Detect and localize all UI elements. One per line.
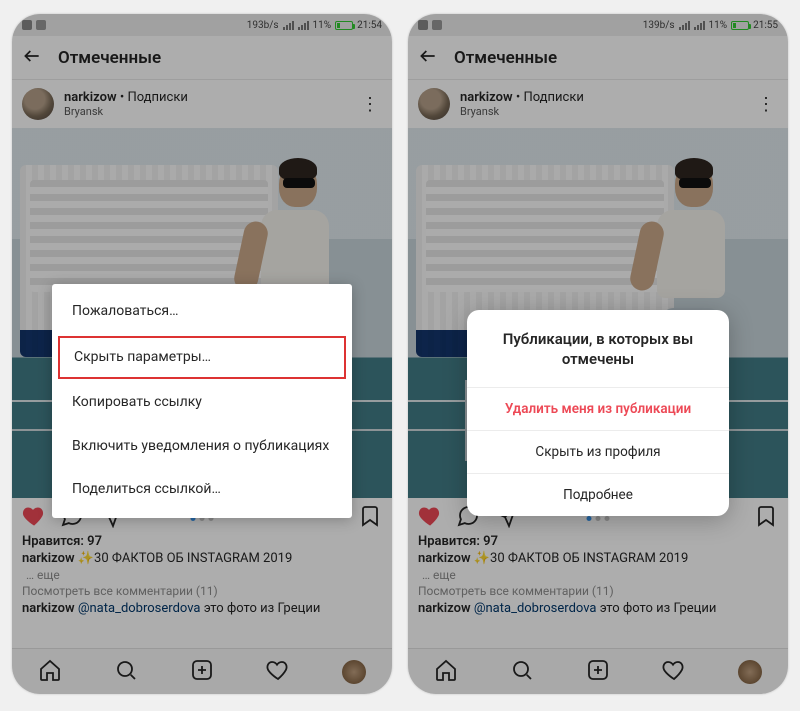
menu-enable-notifications[interactable]: Включить уведомления о публикациях xyxy=(52,425,352,469)
comment-mention[interactable]: @nata_dobroserdova xyxy=(474,601,597,616)
signal-icon xyxy=(283,21,294,30)
camera-icon xyxy=(418,20,428,30)
signal-icon xyxy=(679,21,690,30)
activity-icon[interactable] xyxy=(266,658,290,686)
page-title: Отмеченные xyxy=(454,48,557,68)
caption-text: ✨30 ФАКТОВ ОБ INSTAGRAM 2019 xyxy=(474,551,688,566)
post-location[interactable]: Bryansk xyxy=(64,105,348,118)
post-username[interactable]: narkizow xyxy=(460,90,513,105)
menu-hide-options[interactable]: Скрыть параметры… xyxy=(58,336,346,380)
context-menu: Пожаловаться… Скрыть параметры… Копирова… xyxy=(52,284,352,518)
bottom-nav xyxy=(408,648,788,694)
bookmark-icon[interactable] xyxy=(358,504,382,532)
battery-pct: 11% xyxy=(313,20,332,31)
net-speed: 193b/s xyxy=(247,20,279,31)
phone-left: 193b/s 11% 21:54 Отмеченные narkizow • П… xyxy=(12,14,392,694)
status-bar: 193b/s 11% 21:54 xyxy=(12,14,392,36)
tag-options-dialog: Публикации, в которых вы отмечены Удалит… xyxy=(467,310,729,516)
net-speed: 139b/s xyxy=(643,20,675,31)
caption-more[interactable]: … еще xyxy=(408,568,788,582)
add-post-icon[interactable] xyxy=(190,658,214,686)
camera-icon xyxy=(22,20,32,30)
view-all-comments[interactable]: Посмотреть все комментарии (11) xyxy=(12,582,392,600)
app-header: Отмеченные xyxy=(408,36,788,80)
search-icon[interactable] xyxy=(114,658,138,686)
comment-user[interactable]: narkizow xyxy=(22,601,75,616)
comment-mention[interactable]: @nata_dobroserdova xyxy=(78,601,201,616)
comment: narkizow @nata_dobroserdova это фото из … xyxy=(408,600,788,617)
avatar[interactable] xyxy=(418,88,450,120)
back-icon[interactable] xyxy=(22,46,42,70)
caption-user[interactable]: narkizow xyxy=(22,551,75,566)
like-icon[interactable] xyxy=(22,504,46,532)
profile-icon[interactable] xyxy=(342,660,366,684)
clock: 21:54 xyxy=(357,20,382,31)
menu-share-link[interactable]: Поделиться ссылкой… xyxy=(52,468,352,512)
like-icon[interactable] xyxy=(418,504,442,532)
dialog-remove-me[interactable]: Удалить меня из публикации xyxy=(467,387,729,430)
page-title: Отмеченные xyxy=(58,48,161,68)
post-header: narkizow • Подписки Bryansk ⋮ xyxy=(408,80,788,128)
follow-label[interactable]: Подписки xyxy=(523,90,583,105)
screenshot-icon xyxy=(432,20,442,30)
battery-icon xyxy=(335,21,353,30)
home-icon[interactable] xyxy=(434,658,458,686)
post-more-icon[interactable]: ⋮ xyxy=(358,94,382,115)
caption-more[interactable]: … еще xyxy=(12,568,392,582)
caption-text: ✨30 ФАКТОВ ОБ INSTAGRAM 2019 xyxy=(78,551,292,566)
bookmark-icon[interactable] xyxy=(754,504,778,532)
profile-icon[interactable] xyxy=(738,660,762,684)
battery-pct: 11% xyxy=(709,20,728,31)
home-icon[interactable] xyxy=(38,658,62,686)
search-icon[interactable] xyxy=(510,658,534,686)
dialog-hide-profile[interactable]: Скрыть из профиля xyxy=(467,430,729,473)
signal-icon-2 xyxy=(298,21,309,30)
likes-count[interactable]: Нравится: 97 xyxy=(12,534,392,549)
post-more-icon[interactable]: ⋮ xyxy=(754,94,778,115)
menu-report[interactable]: Пожаловаться… xyxy=(52,290,352,334)
comment-rest: это фото из Греции xyxy=(600,601,717,616)
likes-count[interactable]: Нравится: 97 xyxy=(408,534,788,549)
caption: narkizow ✨30 ФАКТОВ ОБ INSTAGRAM 2019 xyxy=(408,549,788,568)
comment-user[interactable]: narkizow xyxy=(418,601,471,616)
post-header: narkizow • Подписки Bryansk ⋮ xyxy=(12,80,392,128)
dialog-more[interactable]: Подробнее xyxy=(467,473,729,516)
add-post-icon[interactable] xyxy=(586,658,610,686)
view-all-comments[interactable]: Посмотреть все комментарии (11) xyxy=(408,582,788,600)
app-header: Отмеченные xyxy=(12,36,392,80)
post-location[interactable]: Bryansk xyxy=(460,105,744,118)
comment: narkizow @nata_dobroserdova это фото из … xyxy=(12,600,392,617)
status-bar: 139b/s 11% 21:55 xyxy=(408,14,788,36)
post-username[interactable]: narkizow xyxy=(64,90,117,105)
bottom-nav xyxy=(12,648,392,694)
comment-rest: это фото из Греции xyxy=(204,601,321,616)
battery-icon xyxy=(731,21,749,30)
caption: narkizow ✨30 ФАКТОВ ОБ INSTAGRAM 2019 xyxy=(12,549,392,568)
screenshot-icon xyxy=(36,20,46,30)
clock: 21:55 xyxy=(753,20,778,31)
avatar[interactable] xyxy=(22,88,54,120)
dialog-title: Публикации, в которых вы отмечены xyxy=(467,310,729,387)
back-icon[interactable] xyxy=(418,46,438,70)
signal-icon-2 xyxy=(694,21,705,30)
menu-copy-link[interactable]: Копировать ссылку xyxy=(52,381,352,425)
activity-icon[interactable] xyxy=(662,658,686,686)
carousel-dots xyxy=(587,516,610,521)
follow-label[interactable]: Подписки xyxy=(127,90,187,105)
caption-user[interactable]: narkizow xyxy=(418,551,471,566)
phone-right: 139b/s 11% 21:55 Отмеченные narkizow • П… xyxy=(408,14,788,694)
